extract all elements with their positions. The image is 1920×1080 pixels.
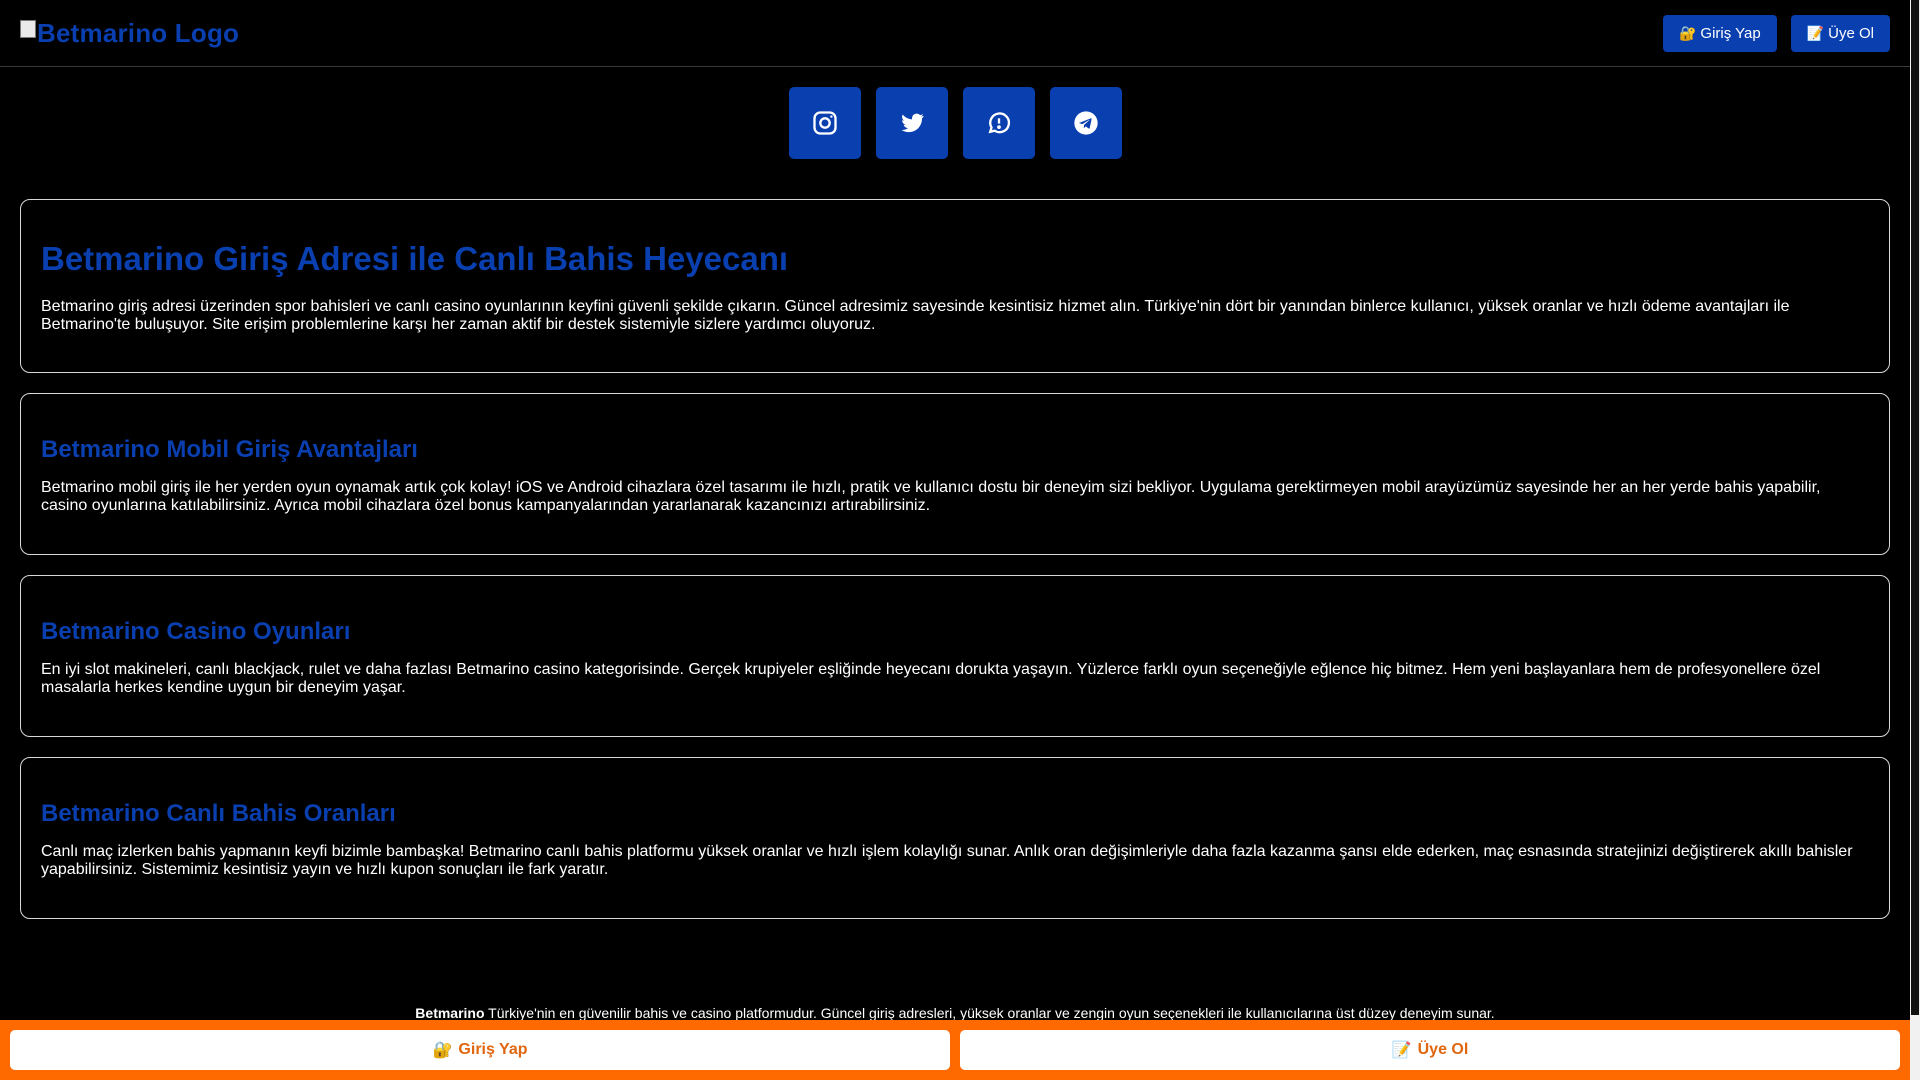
site-header: Betmarino Logo 🔐 Giriş Yap 📝 Üye Ol (0, 0, 1910, 67)
section-card: Betmarino Casino Oyunları En iyi slot ma… (20, 575, 1890, 737)
section-title: Betmarino Canlı Bahis Oranları (41, 800, 396, 827)
lock-icon: 🔐 (1678, 24, 1697, 41)
scrollbar[interactable] (1910, 0, 1920, 1080)
section-card: Betmarino Giriş Adresi ile Canlı Bahis H… (20, 199, 1890, 373)
header-register-label: Üye Ol (1828, 24, 1874, 42)
footer-description: Türkiye'nin en güvenilir bahis ve casino… (484, 1005, 1495, 1021)
section-text: Betmarino giriş adresi üzerinden spor ba… (41, 298, 1790, 333)
social-links (789, 87, 1122, 159)
section-text: En iyi slot makineleri, canlı blackjack,… (41, 661, 1821, 696)
broken-image-icon (20, 20, 36, 38)
footer-brand: Betmarino (415, 1005, 485, 1021)
section-card: Betmarino Canlı Bahis Oranları Canlı maç… (20, 757, 1890, 919)
bottom-register-button[interactable]: 📝 Üye Ol (960, 1030, 1900, 1070)
section-text: Betmarino mobil giriş ile her yerden oyu… (41, 479, 1821, 514)
footer-text: Betmarino Türkiye'nin en güvenilir bahis… (0, 1005, 1910, 1021)
twitter-icon (901, 113, 924, 133)
section-title: Betmarino Giriş Adresi ile Canlı Bahis H… (41, 240, 789, 277)
lock-icon: 🔐 (432, 1042, 453, 1059)
telegram-button[interactable] (1050, 87, 1122, 159)
instagram-icon (813, 111, 837, 135)
header-actions: 🔐 Giriş Yap 📝 Üye Ol (1662, 14, 1890, 52)
scrollbar-thumb[interactable] (1911, 0, 1919, 1015)
section-text: Canlı maç izlerken bahis yapmanın keyfi … (41, 843, 1853, 878)
logo[interactable]: Betmarino Logo (20, 18, 239, 49)
whatsapp-button[interactable] (963, 87, 1035, 159)
bottom-action-bar: 🔐 Giriş Yap 📝 Üye Ol (0, 1020, 1910, 1080)
memo-icon: 📝 (1806, 24, 1825, 41)
memo-icon: 📝 (1391, 1042, 1412, 1059)
header-register-button[interactable]: 📝 Üye Ol (1790, 14, 1890, 52)
section-title: Betmarino Casino Oyunları (41, 618, 351, 645)
section-card: Betmarino Mobil Giriş Avantajları Betmar… (20, 393, 1890, 555)
header-login-label: Giriş Yap (1700, 24, 1761, 42)
bottom-login-button[interactable]: 🔐 Giriş Yap (10, 1030, 950, 1070)
whatsapp-icon (988, 112, 1011, 134)
header-login-button[interactable]: 🔐 Giriş Yap (1662, 14, 1777, 52)
section-title: Betmarino Mobil Giriş Avantajları (41, 436, 418, 463)
bottom-register-label: Üye Ol (1417, 1041, 1469, 1058)
bottom-login-label: Giriş Yap (458, 1041, 528, 1058)
twitter-button[interactable] (876, 87, 948, 159)
logo-alt-text: Betmarino Logo (37, 17, 240, 48)
page: Betmarino Logo 🔐 Giriş Yap 📝 Üye Ol Betm… (0, 0, 1920, 1080)
instagram-button[interactable] (789, 87, 861, 159)
telegram-icon (1074, 111, 1098, 135)
